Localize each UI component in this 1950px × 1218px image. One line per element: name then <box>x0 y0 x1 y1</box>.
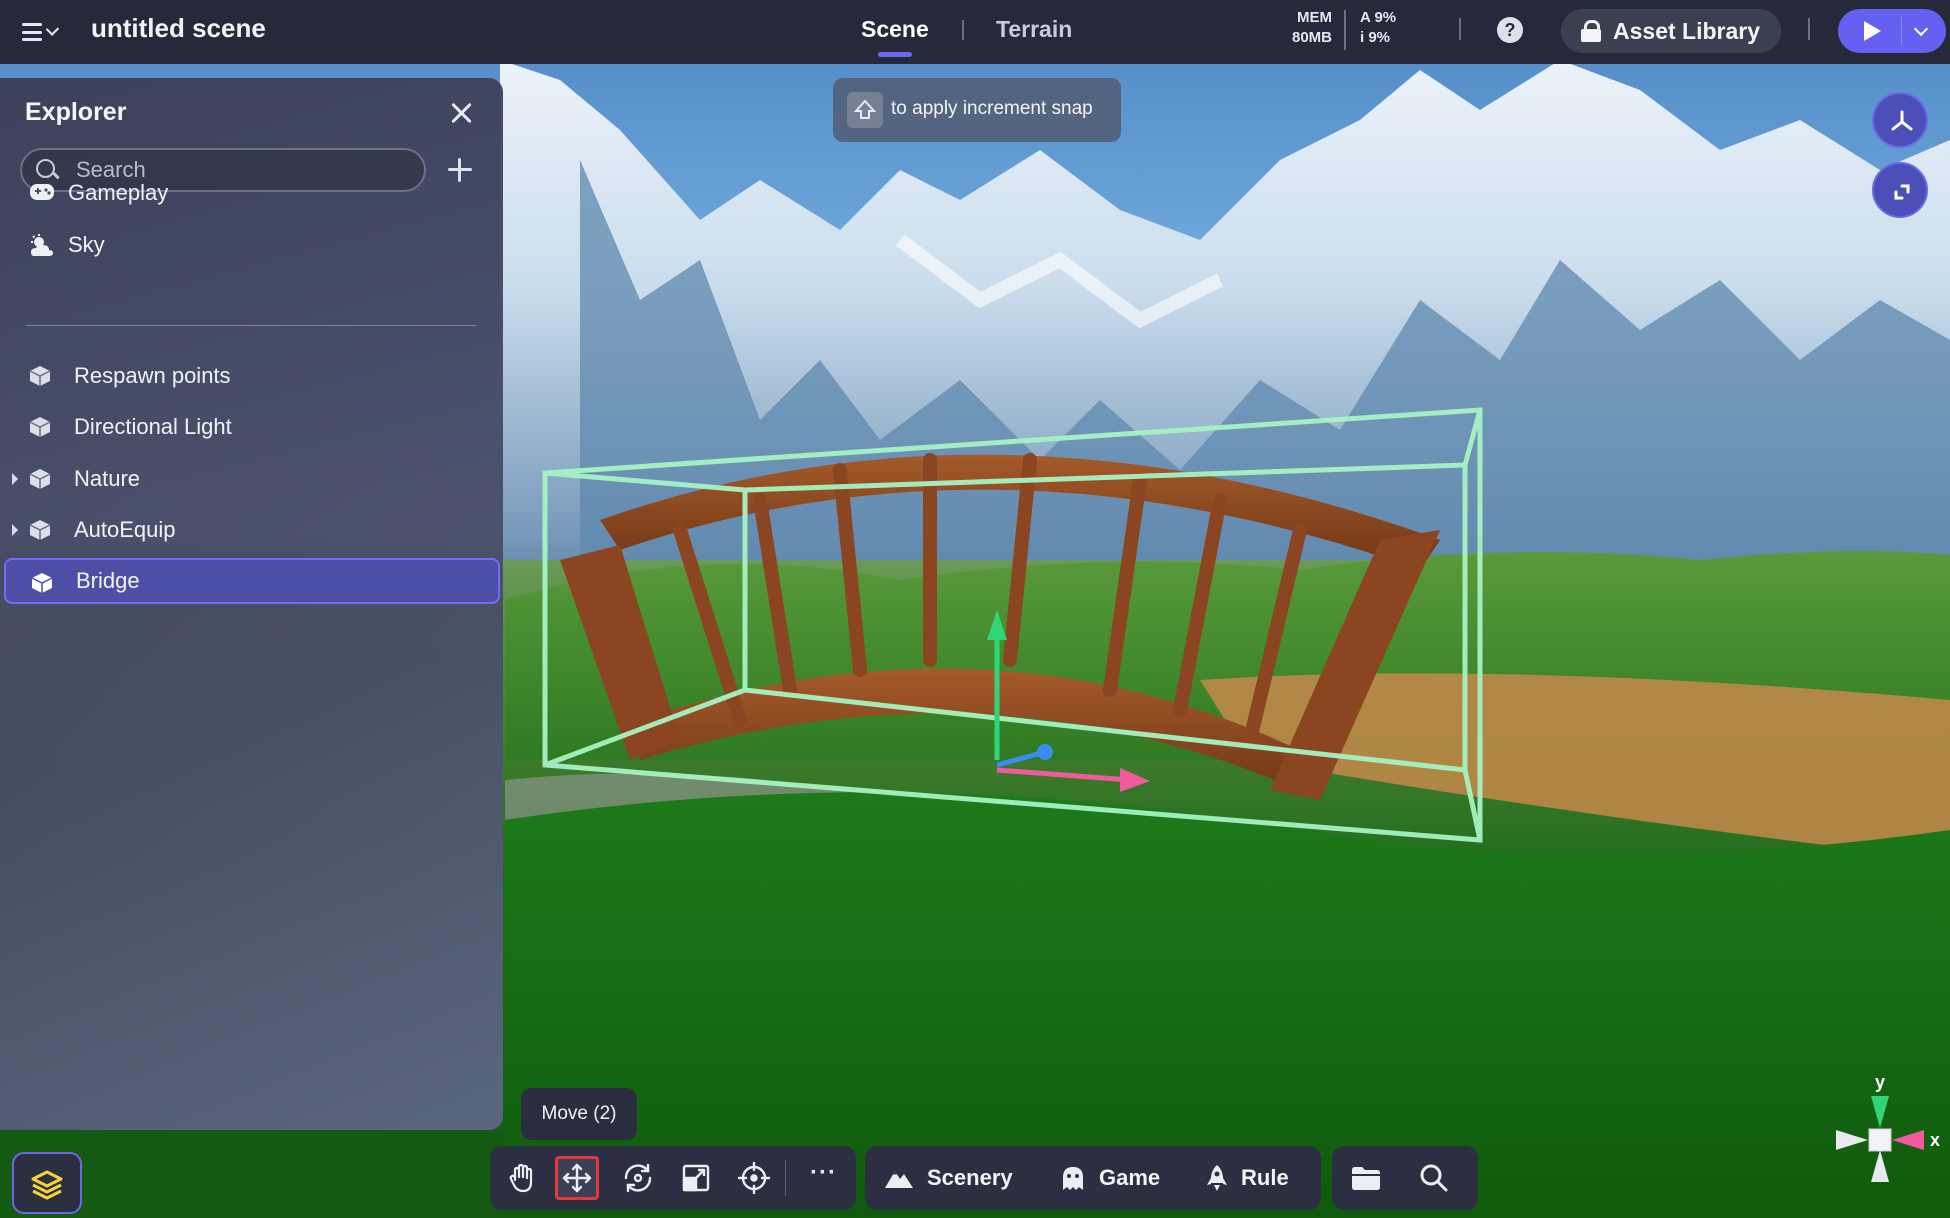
chevron-down-icon <box>45 22 59 36</box>
explorer-item-sky[interactable]: Sky <box>0 222 503 268</box>
explorer-item-label: Respawn points <box>74 363 231 388</box>
scale-icon[interactable] <box>676 1158 716 1198</box>
memory-label: MEM <box>1297 9 1332 26</box>
rule-mode-label: Rule <box>1241 1165 1289 1190</box>
asset-library-label: Asset Library <box>1613 17 1761 44</box>
utility-buttons <box>1332 1146 1478 1210</box>
expand-caret-icon[interactable] <box>12 524 18 536</box>
cube-icon <box>29 366 51 386</box>
help-icon: ? <box>1504 20 1516 40</box>
explorer-item-bridge[interactable]: Bridge <box>4 558 500 604</box>
explorer-item-label: Sky <box>68 232 105 257</box>
play-options-chevron-icon[interactable] <box>1913 21 1929 37</box>
play-button[interactable] <box>1838 9 1946 53</box>
scene-title[interactable]: untitled scene <box>91 13 266 44</box>
pivot-icon[interactable] <box>734 1158 774 1198</box>
tab-scene[interactable]: Scene <box>861 16 929 43</box>
explorer-item-label: Directional Light <box>74 414 232 439</box>
ghost-icon <box>1063 1167 1083 1190</box>
folder-icon[interactable] <box>1350 1164 1382 1192</box>
rule-mode-button[interactable]: Rule <box>1205 1146 1289 1210</box>
explorer-item-directional-light[interactable]: Directional Light <box>0 404 503 450</box>
snap-hint-text: to apply increment snap <box>891 98 1093 119</box>
explorer-title: Explorer <box>25 98 127 126</box>
rocket-icon <box>1207 1165 1227 1191</box>
game-mode-label: Game <box>1099 1165 1161 1190</box>
stat-divider <box>1344 10 1346 50</box>
explorer-item-label: AutoEquip <box>74 517 176 542</box>
cube-icon <box>29 469 51 489</box>
cube-icon <box>29 520 51 540</box>
expand-caret-icon[interactable] <box>12 473 18 485</box>
gizmo-x-label: x <box>1930 1130 1941 1150</box>
hand-icon[interactable] <box>502 1158 542 1198</box>
game-mode-button[interactable]: Game <box>1059 1146 1160 1210</box>
explorer-item-gameplay[interactable]: Gameplay <box>0 170 503 216</box>
search-icon[interactable] <box>1418 1162 1450 1194</box>
explorer-item-autoequip[interactable]: AutoEquip <box>0 507 503 553</box>
tab-terrain[interactable]: Terrain <box>996 16 1072 43</box>
explorer-item-respawn-points[interactable]: Respawn points <box>0 353 503 399</box>
help-button[interactable]: ? <box>1497 17 1523 43</box>
editor-modes: Scenery Game Rule <box>865 1146 1321 1210</box>
explorer-item-label: Bridge <box>76 568 140 593</box>
transform-tools: ··· <box>490 1146 856 1210</box>
move-arrows-icon <box>562 1163 592 1193</box>
cpu-a-value: A 9% <box>1360 9 1397 26</box>
explorer-item-nature[interactable]: Nature <box>0 456 503 502</box>
top-bar: untitled scene Scene Terrain MEM 80MB A … <box>0 0 1950 64</box>
scenery-mode-label: Scenery <box>927 1165 1013 1190</box>
explorer-divider <box>26 325 476 326</box>
toolbar-divider <box>785 1160 786 1196</box>
hamburger-icon <box>22 23 42 41</box>
move-tool-tooltip: Move (2) <box>521 1088 637 1140</box>
focus-button[interactable] <box>1872 162 1928 218</box>
layers-icon <box>31 1170 63 1200</box>
gizmo-y-label: y <box>1875 1072 1886 1092</box>
cube-icon <box>29 417 51 437</box>
explorer-item-label: Nature <box>74 466 141 491</box>
cpu-i-value: i 9% <box>1360 29 1391 46</box>
focus-frame-icon <box>1894 184 1910 200</box>
scenery-mode-button[interactable]: Scenery <box>883 1146 1013 1210</box>
play-divider <box>1901 17 1902 45</box>
play-icon <box>1864 21 1881 41</box>
more-tools-button[interactable]: ··· <box>810 1161 837 1185</box>
close-icon[interactable] <box>448 100 474 126</box>
move-tool-button[interactable] <box>555 1156 599 1200</box>
explorer-item-label: Gameplay <box>68 180 169 205</box>
active-tab-indicator <box>878 52 912 57</box>
memory-stat: MEM 80MB <box>1280 8 1332 48</box>
orientation-gizmo[interactable]: y x <box>1826 1070 1950 1218</box>
cpu-stat: A 9% i 9% <box>1360 8 1396 48</box>
layers-button[interactable] <box>12 1152 82 1214</box>
rotate-icon[interactable] <box>618 1158 658 1198</box>
main-menu-button[interactable] <box>22 18 59 46</box>
tab-divider <box>962 20 964 40</box>
explorer-panel: Explorer Gameplay Sky Respawn points Di <box>0 78 503 1130</box>
asset-library-button[interactable]: Asset Library <box>1561 9 1781 53</box>
memory-value: 80MB <box>1291 29 1332 46</box>
lock-icon <box>1581 20 1601 42</box>
camera-mode-button[interactable] <box>1872 92 1928 148</box>
cube-icon <box>31 573 53 593</box>
snap-hint: to apply increment snap <box>833 78 1121 142</box>
mountain-icon <box>885 1171 913 1188</box>
weather-icon <box>31 234 53 256</box>
gamepad-icon <box>30 184 54 200</box>
shift-key-icon <box>847 92 883 128</box>
axes-icon <box>1891 110 1913 131</box>
topbar-divider <box>1808 18 1810 40</box>
topbar-divider <box>1459 18 1461 40</box>
